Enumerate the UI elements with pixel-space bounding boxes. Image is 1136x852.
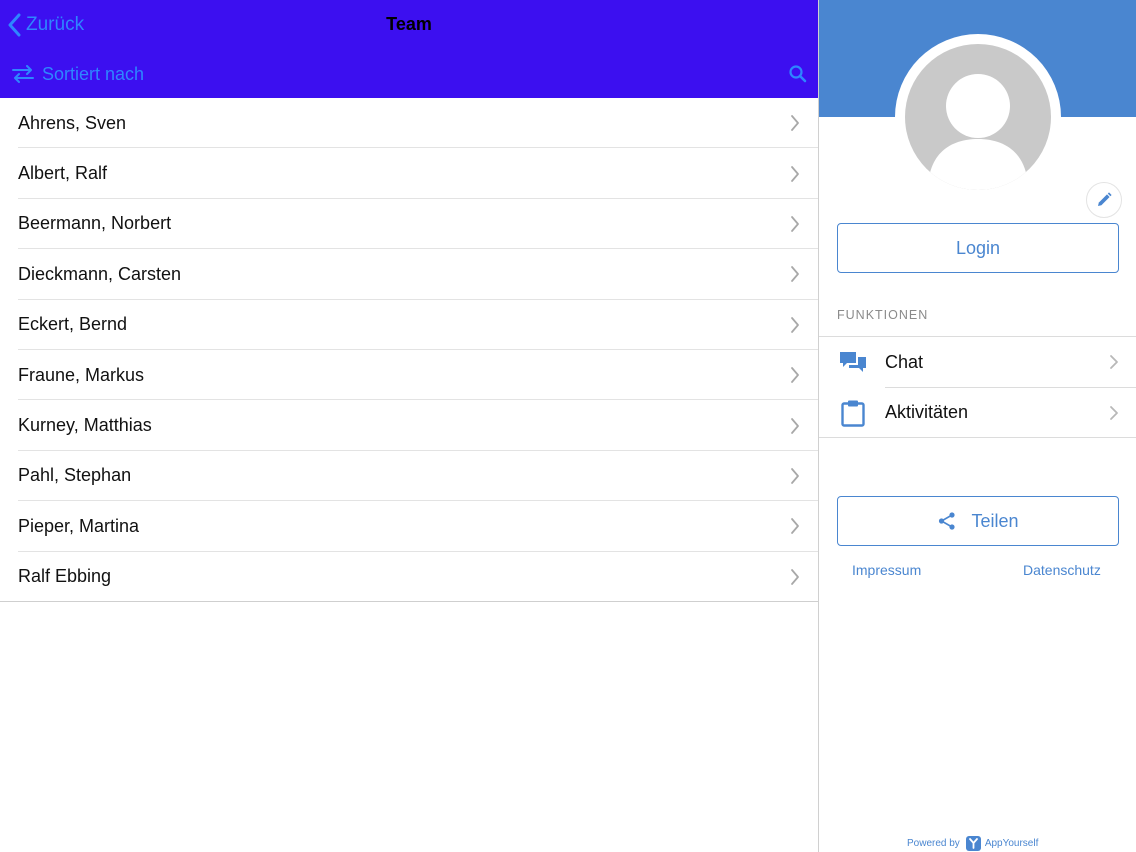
search-button[interactable] — [786, 62, 810, 86]
impressum-link[interactable]: Impressum — [852, 562, 921, 578]
user-silhouette-icon — [928, 74, 1028, 190]
member-name: Fraune, Markus — [18, 364, 145, 385]
function-item-aktivitaeten[interactable]: Aktivitäten — [841, 387, 1136, 437]
member-row[interactable]: Fraune, Markus — [0, 350, 818, 401]
member-row[interactable]: Beermann, Norbert — [0, 199, 818, 250]
sort-label: Sortiert nach — [42, 63, 145, 84]
chevron-right-icon — [791, 367, 799, 384]
member-name: Kurney, Matthias — [18, 415, 152, 436]
function-list: Chat Aktivitäten — [819, 336, 1136, 438]
function-label: Chat — [885, 351, 924, 372]
login-button[interactable]: Login — [837, 223, 1119, 273]
chevron-right-icon — [791, 316, 799, 333]
brand-name: AppYourself — [984, 837, 1039, 849]
member-row[interactable]: Dieckmann, Carsten — [0, 249, 818, 300]
member-row[interactable]: Ahrens, Sven — [0, 98, 818, 149]
chevron-right-icon — [791, 468, 799, 484]
chevron-right-icon — [791, 568, 799, 585]
share-button[interactable]: Teilen — [837, 496, 1119, 546]
avatar-frame — [895, 34, 1122, 218]
member-name: Ralf Ebbing — [18, 566, 112, 587]
function-item-chat[interactable]: Chat — [819, 337, 1136, 387]
share-label: Teilen — [971, 510, 1019, 531]
navigation-bar: Zurück Team Sortiert nach — [0, 0, 818, 98]
member-name: Dieckmann, Carsten — [18, 263, 182, 284]
page-title: Team — [386, 14, 432, 34]
member-row[interactable]: Pahl, Stephan — [0, 451, 818, 502]
chevron-right-icon — [1110, 405, 1118, 420]
profile-sidebar: Login FUNKTIONEN Chat Aktivitäten Teilen… — [818, 0, 1136, 852]
powered-by-label: Powered by — [907, 837, 960, 849]
powered-by-footer[interactable]: Powered by AppYourself — [907, 835, 1038, 851]
member-row[interactable]: Kurney, Matthias — [0, 400, 818, 452]
chevron-right-icon — [791, 216, 799, 232]
member-name: Albert, Ralf — [18, 163, 108, 184]
member-name: Eckert, Bernd — [18, 314, 128, 335]
member-name: Pahl, Stephan — [18, 465, 132, 486]
edit-avatar-button[interactable] — [1086, 182, 1122, 218]
appyourself-logo-icon — [965, 835, 981, 851]
clipboard-icon — [841, 400, 865, 427]
member-row[interactable]: Ralf Ebbing — [0, 552, 818, 603]
chevron-right-icon — [1110, 355, 1118, 369]
swap-arrows-icon — [12, 65, 34, 83]
search-icon — [789, 65, 807, 83]
sort-button[interactable]: Sortiert nach — [12, 61, 144, 87]
member-row[interactable]: Albert, Ralf — [0, 148, 818, 200]
pencil-icon — [1098, 192, 1112, 206]
member-name: Pieper, Martina — [18, 515, 140, 536]
member-name: Beermann, Norbert — [18, 213, 172, 234]
chevron-right-icon — [791, 115, 799, 132]
chevron-right-icon — [791, 518, 799, 535]
team-list-pane: Zurück Team Sortiert nach Ahrens, Sven Al… — [0, 0, 818, 852]
chevron-right-icon — [791, 165, 799, 182]
share-icon — [939, 512, 956, 530]
chevron-right-icon — [791, 266, 799, 283]
chevron-right-icon — [791, 417, 799, 434]
member-row[interactable]: Pieper, Martina — [0, 501, 818, 552]
member-name: Ahrens, Sven — [18, 112, 127, 133]
avatar[interactable] — [905, 44, 1051, 190]
member-row[interactable]: Eckert, Bernd — [0, 300, 818, 351]
member-list: Ahrens, Sven Albert, Ralf Beermann, Norber… — [0, 98, 818, 603]
function-label: Aktivitäten — [885, 402, 969, 422]
section-label-funktionen: FUNKTIONEN — [837, 308, 929, 322]
chat-bubbles-icon — [840, 352, 866, 372]
datenschutz-link[interactable]: Datenschutz — [1023, 562, 1101, 578]
